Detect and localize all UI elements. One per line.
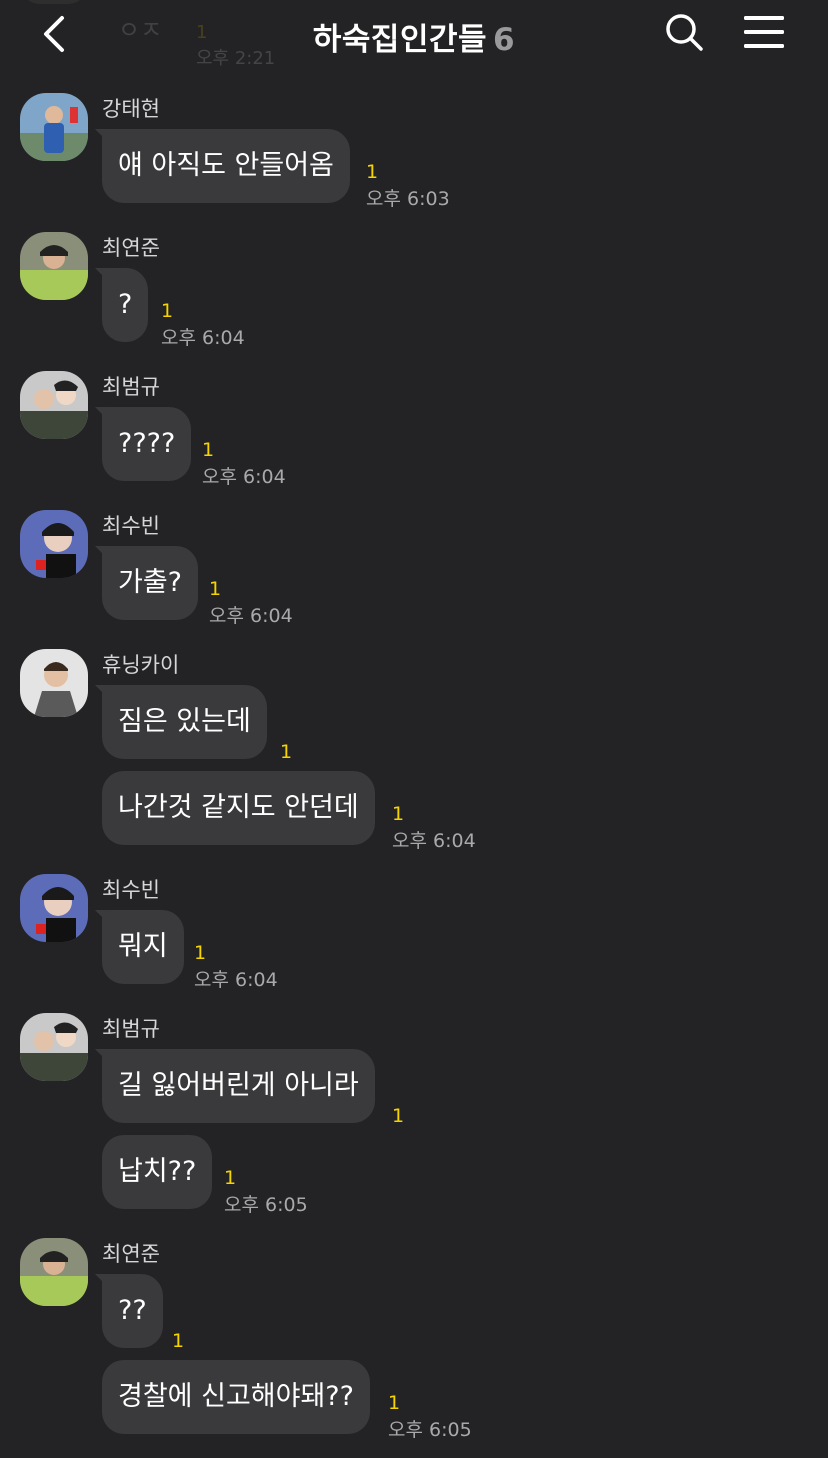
- message-timestamp: 오후 6:04: [194, 969, 278, 991]
- message-timestamp: 오후 6:05: [388, 1419, 472, 1441]
- unread-count: 1: [392, 1105, 405, 1127]
- message-bubble[interactable]: 길 잃어버린게 아니라: [95, 1049, 375, 1123]
- unread-count: 1: [202, 439, 215, 461]
- member-count: 6: [493, 22, 516, 58]
- message-bubble[interactable]: 짐은 있는데: [95, 685, 267, 759]
- unread-count: 1: [194, 942, 207, 964]
- message-bubble[interactable]: ????: [94, 407, 192, 481]
- sender-name: 휴닝카이: [102, 653, 180, 677]
- message-bubble[interactable]: ??: [95, 1274, 163, 1348]
- message-bubble[interactable]: 납치??: [102, 1135, 213, 1209]
- avatar[interactable]: [20, 371, 88, 439]
- unread-count: 1: [172, 1330, 185, 1352]
- message-timestamp: 오후 6:04: [202, 466, 286, 488]
- message-feed: 강태현 얘 아직도 안들어옴 1 오후 6:03 최연준 ? 1 오후 6:04…: [0, 0, 828, 1458]
- unread-count: 1: [388, 1392, 401, 1414]
- message-bubble[interactable]: 얘 아직도 안들어옴: [95, 129, 350, 203]
- unread-count: 1: [209, 578, 222, 600]
- message-bubble[interactable]: 뭐지: [95, 910, 184, 984]
- message-bubble[interactable]: ?: [94, 268, 149, 342]
- unread-count: 1: [366, 161, 379, 183]
- avatar[interactable]: [20, 93, 88, 161]
- message-bubble[interactable]: 나간것 같지도 안던데: [102, 771, 375, 845]
- message-timestamp: 오후 6:05: [224, 1194, 308, 1216]
- ghost-avatar: [20, 0, 88, 4]
- avatar[interactable]: [20, 874, 88, 942]
- unread-count: 1: [224, 1167, 237, 1189]
- search-icon[interactable]: [664, 12, 704, 52]
- sender-name: 최연준: [102, 1242, 160, 1266]
- avatar[interactable]: [20, 232, 88, 300]
- message-timestamp: 오후 6:04: [209, 605, 293, 627]
- message-timestamp: 오후 6:04: [161, 327, 245, 349]
- unread-count: 1: [280, 741, 293, 763]
- sender-name: 강태현: [102, 97, 160, 121]
- menu-icon[interactable]: [742, 14, 786, 50]
- sender-name: 최수빈: [102, 878, 160, 902]
- message-bubble[interactable]: 가출?: [94, 546, 199, 620]
- unread-count: 1: [392, 803, 405, 825]
- message-timestamp: 오후 6:04: [392, 830, 476, 852]
- sender-name: 최연준: [102, 236, 160, 260]
- message-bubble[interactable]: 경찰에 신고해야돼??: [102, 1360, 370, 1434]
- sender-name: 최수빈: [102, 514, 160, 538]
- sender-name: 최범규: [102, 375, 160, 399]
- avatar[interactable]: [20, 1013, 88, 1081]
- chat-header: ㅇㅈ 1 오후 2:21 하숙집인간들 6: [0, 0, 828, 69]
- avatar[interactable]: [20, 649, 88, 717]
- avatar[interactable]: [20, 510, 88, 578]
- room-name: 하숙집인간들: [312, 22, 488, 58]
- message-timestamp: 오후 6:03: [366, 188, 450, 210]
- avatar[interactable]: [20, 1238, 88, 1306]
- unread-count: 1: [161, 300, 174, 322]
- sender-name: 최범규: [102, 1017, 160, 1041]
